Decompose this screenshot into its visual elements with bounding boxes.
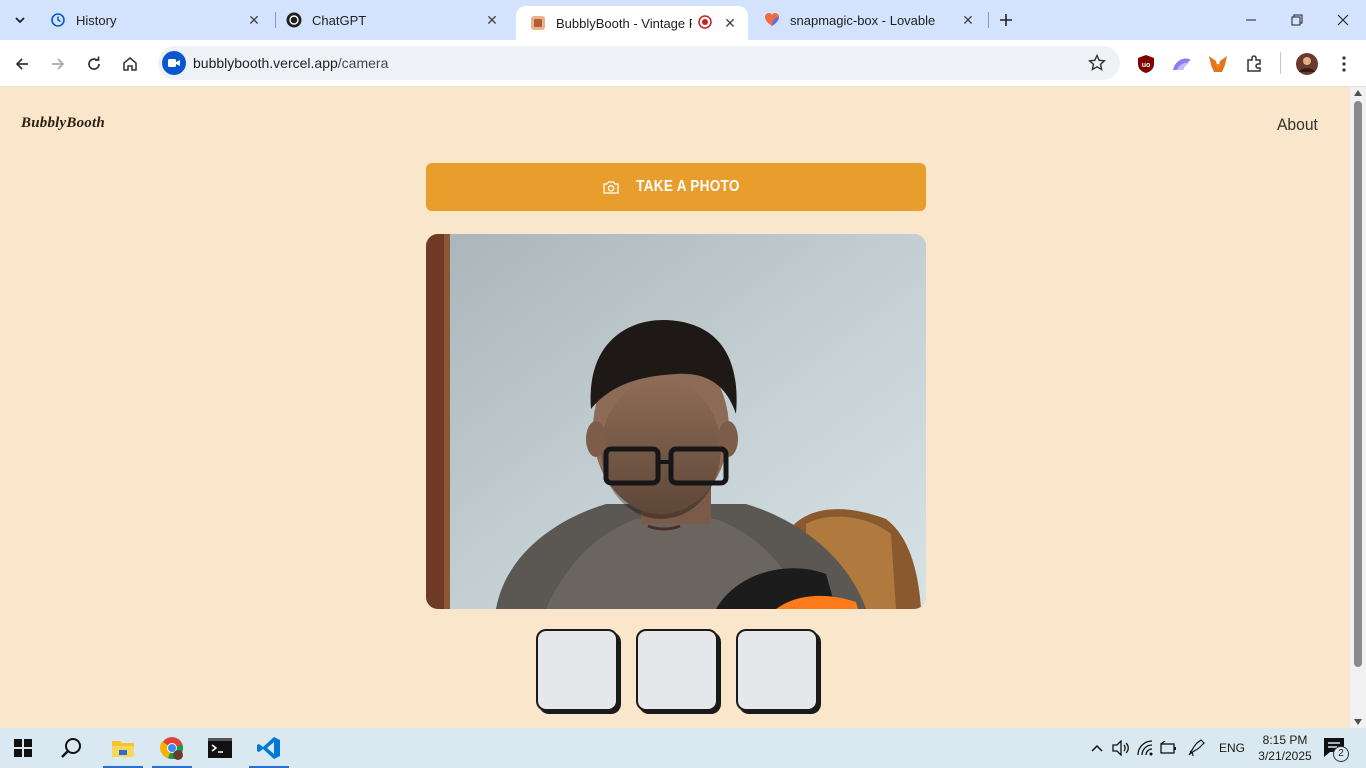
chrome-taskbar-icon[interactable] (149, 728, 195, 768)
search-icon (61, 738, 81, 758)
scroll-up-arrow-icon[interactable] (1354, 90, 1362, 96)
reload-icon (88, 56, 100, 70)
photo-strip-thumbnails (536, 629, 820, 713)
file-explorer-taskbar-icon[interactable] (100, 728, 146, 768)
ublock-extension-icon[interactable]: uo (1134, 52, 1158, 76)
minimize-button[interactable] (1228, 0, 1274, 40)
take-photo-button[interactable]: TAKE A PHOTO (426, 163, 926, 211)
photo-slot-2 (636, 629, 718, 711)
new-tab-button[interactable] (994, 8, 1018, 32)
tab-chatgpt[interactable]: ChatGPT ✕ (272, 0, 510, 40)
camera-preview (426, 234, 926, 609)
home-icon (123, 57, 137, 71)
clock-date: 3/21/2025 (1258, 749, 1312, 763)
page-scrollbar[interactable] (1350, 87, 1366, 728)
metamask-extension-icon[interactable] (1206, 52, 1230, 76)
purple-extension-icon[interactable] (1170, 52, 1194, 76)
browser-menu-button[interactable] (1332, 52, 1356, 76)
more-vertical-icon (1342, 56, 1346, 72)
terminal-taskbar-icon[interactable] (197, 728, 243, 768)
photo-slot-3 (736, 629, 818, 711)
url-host: bubblybooth.vercel.app (193, 55, 338, 71)
bookmark-star-icon[interactable] (1088, 54, 1106, 72)
chevron-down-icon (15, 17, 25, 24)
scrollbar-thumb[interactable] (1354, 101, 1362, 667)
volume-icon[interactable] (1111, 738, 1131, 758)
camera-icon (603, 181, 619, 194)
taskbar-clock[interactable]: 8:15 PM 3/21/2025 (1254, 732, 1316, 764)
forward-button[interactable] (44, 50, 72, 78)
close-icon (1337, 14, 1349, 26)
restore-button[interactable] (1274, 0, 1320, 40)
page-content: BubblyBooth About TAKE A PHOTO (0, 87, 1350, 728)
reload-button[interactable] (80, 50, 108, 78)
address-bar[interactable]: bubblybooth.vercel.app/camera (158, 46, 1120, 80)
tab-separator (988, 12, 989, 28)
vscode-taskbar-icon[interactable] (246, 728, 292, 768)
photo-slot-1 (536, 629, 618, 711)
extensions-puzzle-icon[interactable] (1242, 52, 1266, 76)
close-tab-icon[interactable]: ✕ (720, 13, 740, 33)
chevron-up-icon (1091, 744, 1103, 752)
url-text: bubblybooth.vercel.app/camera (193, 55, 388, 71)
notification-count-badge: 2 (1333, 746, 1349, 762)
plus-icon (1000, 14, 1012, 26)
scroll-down-arrow-icon[interactable] (1354, 719, 1362, 725)
profile-avatar[interactable] (1295, 52, 1319, 76)
forward-arrow-icon (52, 58, 65, 70)
close-window-button[interactable] (1320, 0, 1366, 40)
back-button[interactable] (8, 50, 36, 78)
minimize-icon (1246, 19, 1256, 21)
tab-title: History (76, 12, 117, 28)
clock-time: 8:15 PM (1262, 733, 1308, 747)
lovable-heart-icon (764, 12, 780, 28)
tab-strip: History ✕ ChatGPT ✕ BubblyBooth - Vintag… (0, 0, 1366, 40)
tab-bubblybooth[interactable]: BubblyBooth - Vintage Photo ✕ (516, 6, 748, 40)
history-icon (50, 12, 66, 28)
camera-permission-icon[interactable] (162, 51, 186, 75)
show-hidden-icons-button[interactable] (1087, 738, 1107, 758)
search-button[interactable] (49, 728, 95, 768)
start-button[interactable] (0, 728, 46, 768)
network-icon[interactable] (1136, 738, 1156, 758)
input-language-indicator[interactable]: ENG (1219, 741, 1245, 755)
tab-history[interactable]: History ✕ (36, 0, 272, 40)
chatgpt-icon (286, 12, 302, 28)
take-photo-label: TAKE A PHOTO (636, 178, 740, 195)
back-arrow-icon (15, 58, 28, 70)
battery-icon[interactable] (1159, 738, 1179, 758)
tab-title: BubblyBooth - Vintage Photo (556, 15, 692, 31)
tab-lovable[interactable]: snapmagic-box - Lovable ✕ (750, 0, 986, 40)
recording-indicator-icon (698, 15, 714, 31)
restore-icon (1291, 14, 1303, 26)
pen-workspace-icon[interactable] (1186, 738, 1206, 758)
close-tab-icon[interactable]: ✕ (482, 10, 502, 30)
bubblybooth-icon (530, 15, 546, 31)
tab-search-button[interactable] (8, 8, 32, 32)
url-path: /camera (337, 55, 389, 71)
close-tab-icon[interactable]: ✕ (244, 10, 264, 30)
close-tab-icon[interactable]: ✕ (958, 10, 978, 30)
toolbar-separator (1280, 52, 1281, 74)
windows-logo-icon (14, 739, 32, 757)
tab-title: ChatGPT (312, 12, 367, 28)
browser-toolbar: bubblybooth.vercel.app/camera uo (0, 40, 1366, 87)
site-logo[interactable]: BubblyBooth (21, 115, 105, 132)
svg-text:uo: uo (1142, 62, 1151, 69)
home-button[interactable] (116, 50, 144, 78)
nav-about-link[interactable]: About (1277, 115, 1318, 135)
webcam-feed-image (426, 234, 926, 609)
tab-title: snapmagic-box - Lovable (790, 12, 936, 28)
windows-taskbar: ENG 8:15 PM 3/21/2025 2 (0, 728, 1366, 768)
